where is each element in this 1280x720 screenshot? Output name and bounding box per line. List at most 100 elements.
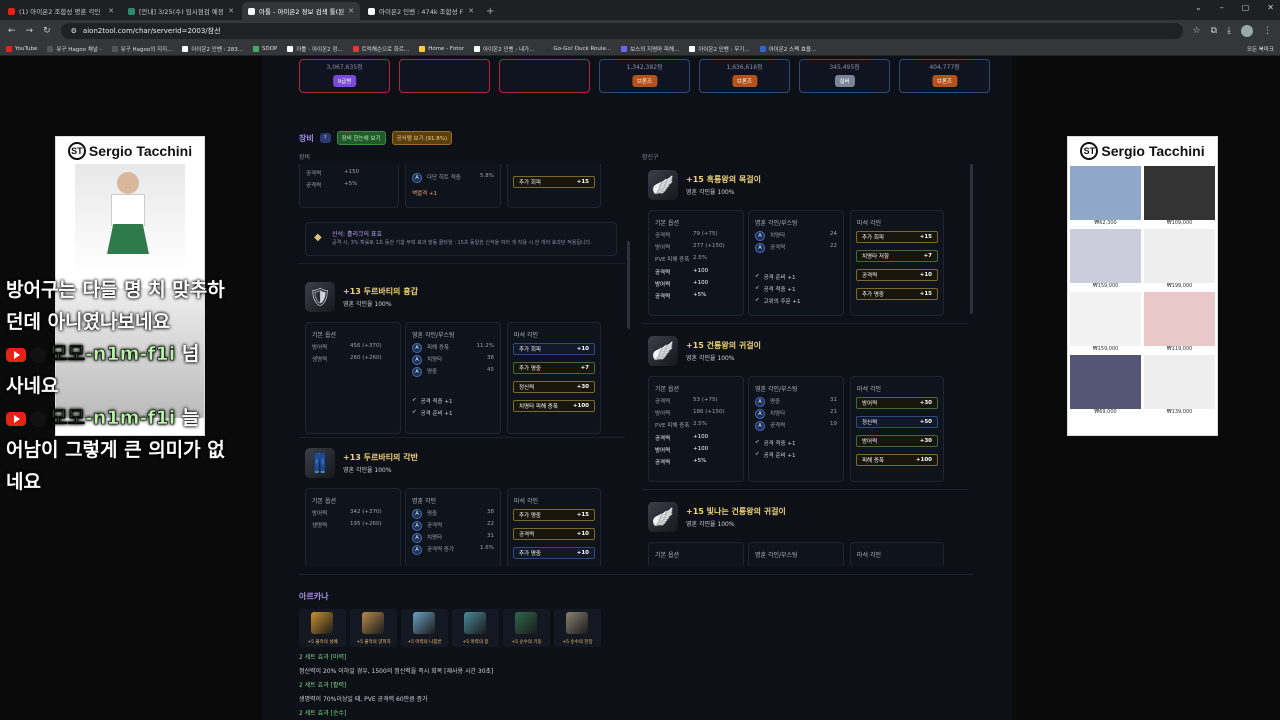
stat-tile[interactable]: 345,495점 실버 [799, 59, 890, 93]
bookmark-icon [287, 45, 294, 52]
ad-logo: ST Sergio Tacchini [56, 137, 204, 164]
stat-tile[interactable]: 3,067,635점 9급병 [299, 59, 390, 93]
reload-icon[interactable]: ↻ [43, 26, 51, 36]
ad-product[interactable]: ₩159,000 [1070, 229, 1141, 289]
bookmark-item[interactable]: 유구 Hagoo 채널 - [47, 45, 102, 53]
stat-tile[interactable] [499, 59, 590, 93]
option-row: 방어력 342 (+370) [312, 509, 394, 517]
ad-product[interactable]: ₩69,000 [1070, 355, 1141, 415]
item-header[interactable]: 🪽 +15 흑룡왕의 목걸이 영혼 각인율 100% [648, 170, 761, 200]
tab-close-icon[interactable]: ✕ [108, 7, 114, 15]
option-extra: ➶ 공격 준비 +1 [412, 409, 494, 417]
url-field[interactable]: ⚙ aion2tool.com/char/serverId=2003/참선 [60, 23, 1183, 39]
chat-message: 모모-n1m-f1i 늘 [6, 402, 225, 434]
browser-tab[interactable]: 아이온2 인벤 : 474k 조합성 F ✕ [362, 2, 480, 20]
item-header[interactable]: 🪽 +15 빛나는 건룡왕의 귀걸이 영혼 각인율 100% [648, 502, 786, 532]
option-key: 추가 명중 [519, 366, 541, 372]
ad-product[interactable]: ₩109,000 [1144, 166, 1215, 226]
right-ad[interactable]: ST Sergio Tacchini ₩62,300 ₩109,000 ₩159,00… [1067, 136, 1218, 436]
bookmark-item[interactable]: 아이온2 인벤 : 283... [182, 45, 243, 53]
box-title: 마석 각인 [514, 332, 538, 339]
option-value: 277 (+150) [693, 243, 725, 249]
option-key: 공격력 [655, 270, 671, 276]
option-value: 2.5% [693, 421, 707, 427]
option-box: 공격력 +150 공격력 +5% [299, 164, 399, 208]
equipment-scrollbar[interactable] [627, 241, 630, 329]
maximize-icon[interactable]: ▢ [1242, 3, 1250, 12]
tab-close-icon[interactable]: ✕ [228, 7, 234, 15]
ad-product[interactable]: ₩119,000 [1144, 292, 1215, 352]
option-value: +5% [344, 181, 358, 187]
magic-stone-option: 치명타 저항 +7 [856, 250, 938, 262]
accessory-scrollbar[interactable] [970, 164, 973, 314]
arcana-card[interactable]: +5 순수의 찬장 [554, 609, 601, 647]
ad-product[interactable]: ₩62,300 [1070, 166, 1141, 226]
stat-tile[interactable]: 404,777점 브론즈 [899, 59, 990, 93]
browser-tab[interactable]: [안내] 3/25(수) 임시점검 예정 ✕ [122, 2, 240, 20]
avatar[interactable] [1241, 25, 1253, 37]
bookmark-item[interactable]: 유구 Hagoo의 지지... [111, 45, 172, 53]
accessory-list[interactable]: 🪽 +15 흑룡왕의 목걸이 영혼 각인율 100% 기본 옵션 공격력 79 (+75)… [642, 164, 968, 566]
back-icon[interactable]: ← [8, 26, 16, 36]
arcana-card[interactable]: +5 불막의 양피지 [350, 609, 397, 647]
stat-badge-icon: A [755, 421, 765, 431]
bookmark-label: YouTube [15, 45, 38, 52]
option-box: 영혼 각인/부스팅 A 명중 31 A 치명타 21 A 공격력 19 ➶ 공격 적중 +1 ➶ 공격 준… [748, 376, 844, 482]
bookmark-star-icon[interactable]: ☆ [1193, 26, 1201, 36]
bookmark-item[interactable]: 아이온2 인벤 : 내가... [474, 45, 534, 53]
bookmark-item[interactable]: SDOP [253, 45, 277, 52]
extensions-icon[interactable]: ⧉ [1211, 26, 1217, 36]
close-icon[interactable]: ✕ [1267, 3, 1274, 12]
arcana-card[interactable]: +5 마력의 나침반 [401, 609, 448, 647]
item-name: +15 빛나는 건룡왕의 귀걸이 [686, 507, 786, 516]
ad-product[interactable]: ₩139,000 [1144, 355, 1215, 415]
bookmark-item[interactable]: 아이온2 스펙 효율... [759, 45, 816, 53]
bookmark-item[interactable]: Go-Go! Duck Roule... [544, 45, 611, 52]
browser-tab[interactable]: 아툴 - 아이온2 정보 검색 툴(된 ✕ [242, 2, 360, 20]
bookmark-item[interactable]: 아이온2 인벤 : 무기... [689, 45, 750, 53]
equipment-list[interactable]: 공격력 +150 공격력 +5% A 다단 히트 적중 5.8% 백열격 +1 추가 회피 +15… [299, 164, 625, 566]
tab-search-icon[interactable]: ⌄ [1195, 3, 1202, 12]
new-tab-button[interactable]: + [486, 6, 494, 17]
ad-product[interactable]: ₩159,000 [1070, 292, 1141, 352]
help-button[interactable]: ? [319, 133, 331, 143]
option-value: 22 [487, 521, 494, 527]
option-value: +100 [693, 434, 709, 440]
skill-icon: ➶ [755, 297, 760, 303]
option-row: 방어력 +100 [655, 280, 737, 288]
bookmark-item[interactable]: 보스의 지명마 피해... [621, 45, 679, 53]
item-header[interactable]: 🛡 +13 두르바티의 흉갑 영혼 각인율 100% [305, 282, 418, 312]
download-icon[interactable]: ⤓ [1227, 26, 1231, 36]
site-info-icon[interactable]: ⚙ [71, 27, 77, 35]
tab-favicon-icon [248, 7, 255, 15]
magic-stone-box: 마석 각인 추가 회피 +10 추가 명중 +7 정신력 +30 치명타 피해 증폭 +100 [507, 322, 601, 434]
tile-badge: 9급병 [332, 75, 357, 87]
bookmark-item[interactable]: YouTube [6, 45, 38, 52]
bookmark-item[interactable]: 아툴 - 아이온2 정... [287, 45, 343, 53]
arcana-card[interactable]: +5 불막의 성배 [299, 609, 346, 647]
browser-tab[interactable]: (1) 아이온2 조합성 명훈 각인 ✕ [2, 2, 120, 20]
menu-icon[interactable]: ⋮ [1263, 26, 1272, 36]
all-bookmarks-button[interactable]: 모든 북마크 [1247, 45, 1274, 53]
stat-tile[interactable] [399, 59, 490, 93]
stat-tile[interactable]: 1,636,616점 브론즈 [699, 59, 790, 93]
item-header[interactable]: 🪽 +15 건룡왕의 귀걸이 영혼 각인율 100% [648, 336, 761, 366]
box-title: 명훈 각인/부스팅 [755, 220, 798, 227]
arcana-card[interactable]: +5 마력의 종 [452, 609, 499, 647]
bookmark-item[interactable]: Home - Fotor [419, 45, 464, 52]
set-effect-desc: 정신력이 20% 이하일 경우, 1500의 정신력을 즉시 회복 [재사용 시… [299, 668, 494, 675]
tab-close-icon[interactable]: ✕ [468, 7, 474, 15]
forward-icon[interactable]: → [26, 26, 34, 36]
minimize-icon[interactable]: – [1220, 3, 1224, 12]
item-header[interactable]: 👖 +13 두르바티의 각반 영혼 각인율 100% [305, 448, 418, 478]
ad-product[interactable]: ₩199,000 [1144, 229, 1215, 289]
official-item-button[interactable]: 공식템 보기 (91.8%) [391, 131, 453, 145]
tab-close-icon[interactable]: ✕ [348, 7, 354, 15]
arcana-card[interactable]: +5 순수의 기둥 [503, 609, 550, 647]
tab-title: [안내] 3/25(수) 임시점검 예정 [139, 8, 224, 16]
stat-tile[interactable]: 1,342,382점 브론즈 [599, 59, 690, 93]
bookmark-item[interactable]: 트럭해슨으로 화르... [352, 45, 409, 53]
equip-overview-button[interactable]: 장비 한눈에 보기 [336, 131, 386, 145]
url-text: aion2tool.com/char/serverId=2003/참선 [82, 27, 221, 35]
accessory-card: 🪽 +15 빛나는 건룡왕의 귀걸이 영혼 각인율 100% 기본 옵션 명훈 각인/부… [642, 496, 968, 566]
